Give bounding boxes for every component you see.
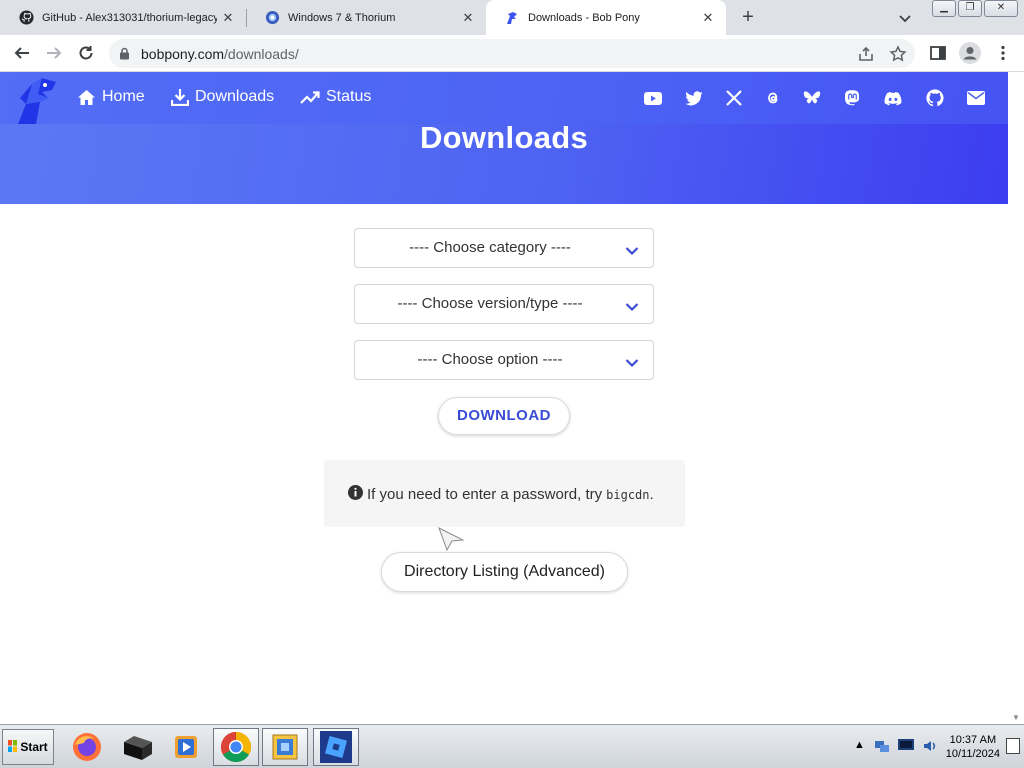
close-tab-icon[interactable]: ✕	[460, 10, 476, 26]
password-hint: If you need to enter a password, try	[367, 486, 603, 503]
password-notice-text: If you need to enter a password, try big…	[348, 485, 654, 504]
nav-status-label: Status	[326, 88, 372, 105]
x-icon[interactable]	[725, 89, 743, 107]
page-title: Downloads	[419, 120, 589, 155]
terminal-icon[interactable]	[114, 728, 160, 766]
tab-title: Windows 7 & Thorium	[288, 11, 396, 24]
tab-github[interactable]: GitHub - Alex313031/thorium-legacy ✕	[0, 0, 246, 35]
start-button[interactable]: Start	[2, 729, 54, 765]
trending-up-icon	[300, 90, 320, 104]
nav-home-label: Home	[102, 88, 145, 105]
windows-logo-icon	[8, 739, 18, 755]
address-bar[interactable]: bobpony.com/downloads/	[109, 39, 915, 68]
tab-windows7-thorium[interactable]: Windows 7 & Thorium ✕	[246, 0, 486, 35]
virtualbox-icon[interactable]	[262, 728, 308, 766]
nav-home[interactable]: Home	[77, 88, 145, 106]
email-icon[interactable]	[967, 89, 985, 107]
nav-downloads-label: Downloads	[195, 88, 275, 105]
page-header: Home Downloads Status Downloads	[0, 72, 1008, 204]
tab-title: Downloads - Bob Pony	[528, 11, 640, 24]
bobpony-icon	[504, 10, 520, 26]
thorium-icon	[264, 10, 280, 26]
lock-icon[interactable]	[119, 47, 130, 65]
clock-time: 10:37 AM	[949, 734, 997, 746]
url-host: bobpony.com	[141, 46, 225, 62]
window-controls: ▁ ❐ ✕	[932, 0, 1018, 17]
forward-icon[interactable]	[43, 42, 65, 64]
display-icon[interactable]	[898, 739, 914, 758]
side-panel-icon[interactable]	[929, 44, 947, 62]
chevron-down-icon	[625, 243, 639, 261]
tab-search-chevron-icon[interactable]	[895, 8, 915, 28]
github-icon[interactable]	[926, 89, 944, 107]
media-player-icon[interactable]	[163, 728, 209, 766]
reload-icon[interactable]	[75, 42, 97, 64]
version-type-select[interactable]: ---- Choose version/type ----	[354, 284, 654, 324]
page-scrollbar[interactable]: ▼	[1008, 72, 1024, 724]
clock-date: 10/11/2024	[945, 748, 1000, 760]
url-text: bobpony.com/downloads/	[141, 46, 299, 62]
share-icon[interactable]	[857, 45, 875, 63]
option-select-value: ---- Choose option ----	[417, 351, 563, 368]
password-code: bigcdn	[606, 487, 650, 502]
download-button[interactable]: DOWNLOAD	[438, 397, 570, 435]
close-window-icon[interactable]: ✕	[984, 0, 1018, 17]
bookmark-star-icon[interactable]	[889, 45, 907, 63]
github-icon	[18, 10, 34, 26]
category-select-value: ---- Choose category ----	[409, 239, 571, 256]
threads-icon[interactable]	[764, 89, 782, 107]
close-tab-icon[interactable]: ✕	[220, 10, 236, 26]
scroll-down-arrow-icon[interactable]: ▼	[1012, 713, 1020, 722]
mastodon-icon[interactable]	[843, 89, 861, 107]
bluesky-icon[interactable]	[803, 89, 821, 107]
password-hint-end: .	[649, 486, 654, 503]
home-icon	[77, 89, 96, 106]
nav-downloads[interactable]: Downloads	[171, 88, 274, 106]
version-type-select-value: ---- Choose version/type ----	[397, 295, 583, 312]
category-select[interactable]: ---- Choose category ----	[354, 228, 654, 268]
tab-strip: GitHub - Alex313031/thorium-legacy ✕ Win…	[0, 0, 1024, 35]
back-icon[interactable]	[11, 42, 33, 64]
firefox-icon[interactable]	[64, 728, 110, 766]
restore-icon[interactable]: ❐	[958, 0, 982, 17]
chevron-down-icon	[625, 355, 639, 373]
option-select[interactable]: ---- Choose option ----	[354, 340, 654, 380]
mouse-cursor-icon	[438, 526, 465, 556]
new-tab-icon[interactable]: +	[737, 7, 759, 29]
youtube-icon[interactable]	[644, 89, 662, 107]
chrome-taskbar-icon[interactable]	[213, 728, 259, 766]
start-label: Start	[20, 740, 48, 754]
twitter-icon[interactable]	[685, 89, 703, 107]
tab-title: GitHub - Alex313031/thorium-legacy	[42, 11, 217, 24]
browser-toolbar: bobpony.com/downloads/	[0, 35, 1024, 72]
network-icon[interactable]	[874, 738, 890, 759]
bobpony-logo-icon[interactable]	[12, 76, 62, 124]
web-page: Home Downloads Status Downloads ---- Cho…	[0, 72, 1008, 724]
nav-status[interactable]: Status	[300, 88, 371, 106]
download-icon	[171, 88, 189, 106]
info-icon	[348, 485, 363, 504]
minimize-icon[interactable]: ▁	[932, 0, 956, 17]
clock[interactable]: 10:37 AM 10/11/2024	[946, 733, 1000, 761]
show-desktop-icon[interactable]	[1006, 738, 1020, 754]
windows-taskbar: Start ▲ 10:37 AM 10/11/2024	[0, 724, 1024, 768]
directory-listing-button[interactable]: Directory Listing (Advanced)	[381, 552, 628, 592]
url-path: /downloads/	[224, 46, 299, 62]
discord-icon[interactable]	[884, 89, 902, 107]
chevron-down-icon	[625, 299, 639, 317]
show-hidden-icons-icon[interactable]: ▲	[854, 739, 865, 751]
roblox-studio-icon[interactable]	[313, 728, 359, 766]
close-tab-icon[interactable]: ✕	[700, 10, 716, 26]
password-notice: If you need to enter a password, try big…	[324, 460, 685, 527]
site-navbar: Home Downloads Status	[0, 72, 1008, 124]
tab-bobpony-downloads[interactable]: Downloads - Bob Pony ✕	[486, 0, 726, 35]
volume-icon[interactable]	[922, 738, 938, 759]
menu-kebab-icon[interactable]	[994, 44, 1012, 62]
profile-avatar-icon[interactable]	[959, 42, 981, 64]
system-tray: ▲ 10:37 AM 10/11/2024	[848, 728, 1022, 766]
